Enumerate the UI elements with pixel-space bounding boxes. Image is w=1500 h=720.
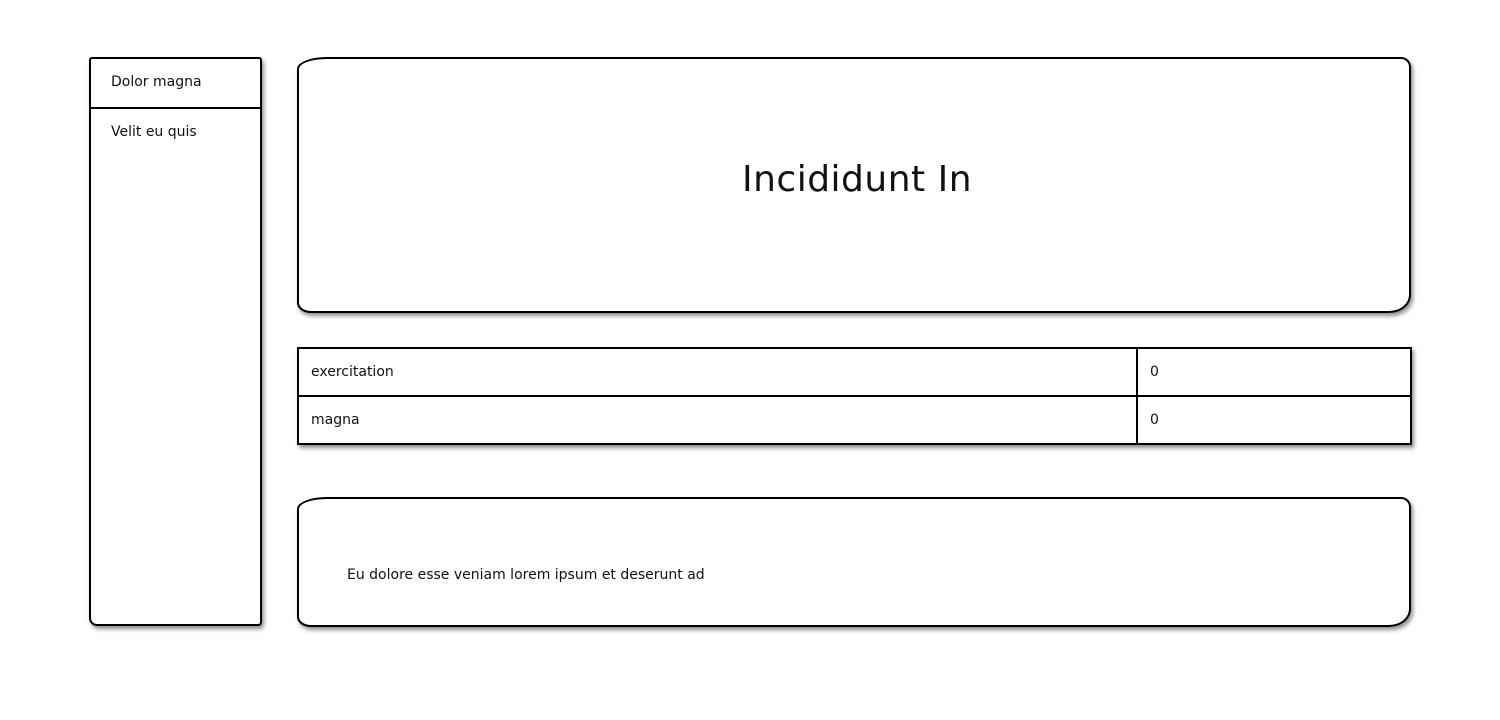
- hero-card: Incididunt In: [297, 57, 1411, 313]
- data-table: exercitation 0 magna 0: [297, 347, 1412, 445]
- hero-title: Incididunt In: [741, 159, 973, 200]
- footer-card: Eu dolore esse veniam lorem ipsum et des…: [297, 497, 1411, 627]
- table-cell-value: 0: [1136, 395, 1412, 445]
- table-cell-key: magna: [297, 395, 1138, 445]
- page: Dolor magna Velit eu quis Incididunt In …: [0, 0, 1500, 720]
- sidebar-item-dolor-magna[interactable]: Dolor magna: [91, 59, 260, 109]
- table-cell-value: 0: [1136, 347, 1412, 397]
- sidebar-item-label: Velit eu quis: [111, 124, 197, 140]
- table-cell-key: exercitation: [297, 347, 1138, 397]
- table-row: exercitation 0: [297, 347, 1412, 397]
- sidebar-item-velit-eu-quis[interactable]: Velit eu quis: [91, 109, 260, 159]
- sidebar-item-label: Dolor magna: [111, 74, 202, 90]
- footer-text: Eu dolore esse veniam lorem ipsum et des…: [347, 567, 705, 583]
- table-row: magna 0: [297, 395, 1412, 445]
- sidebar: Dolor magna Velit eu quis: [89, 57, 262, 626]
